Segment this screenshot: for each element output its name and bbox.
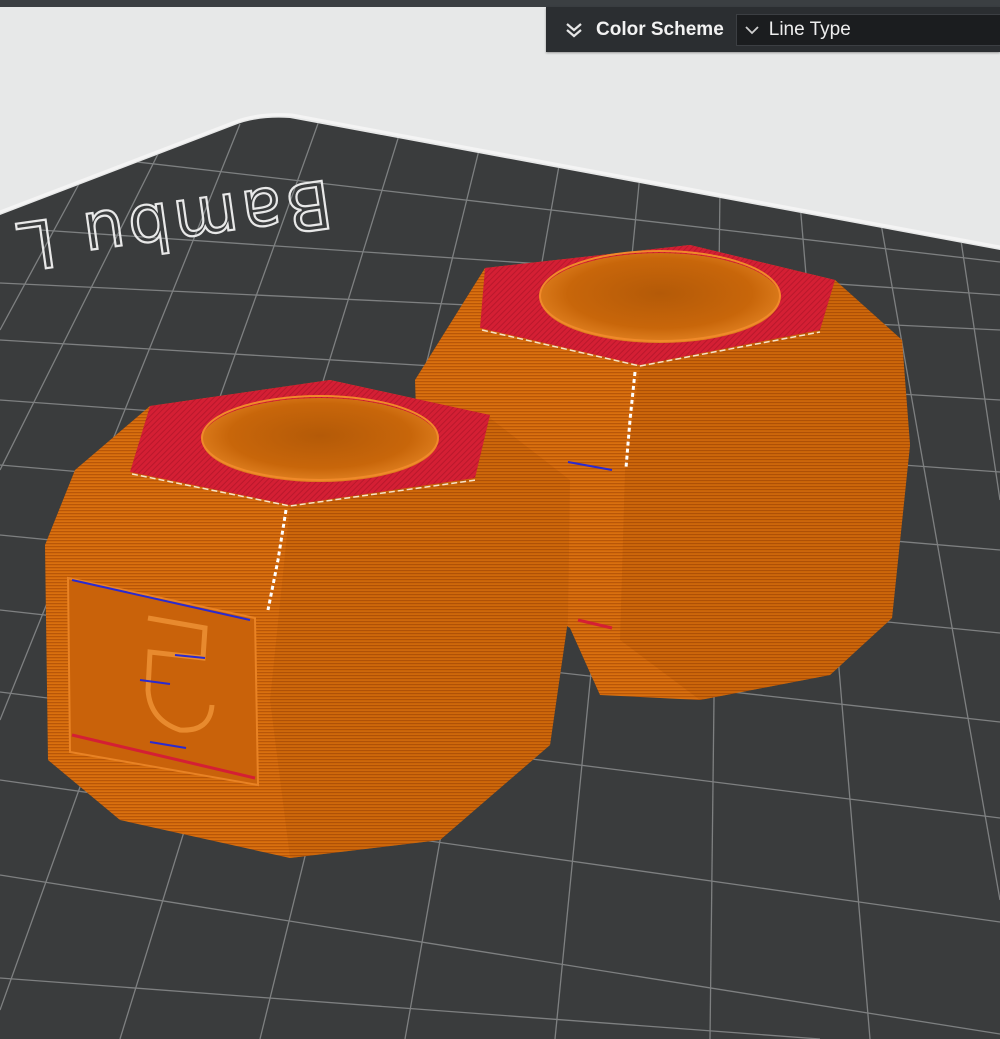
front-printed-part[interactable] <box>45 380 570 858</box>
double-chevron-down-icon <box>566 22 582 37</box>
3d-viewport[interactable]: Bambu L <box>0 0 1000 1039</box>
chevron-down-icon <box>737 25 767 35</box>
color-scheme-dropdown[interactable]: Line Type <box>735 13 1000 46</box>
color-scheme-panel: Color Scheme Line Type <box>546 7 1000 52</box>
panel-title: Color Scheme <box>596 18 724 40</box>
collapse-panel-button[interactable] <box>554 7 594 52</box>
selected-color-scheme: Line Type <box>768 18 851 40</box>
